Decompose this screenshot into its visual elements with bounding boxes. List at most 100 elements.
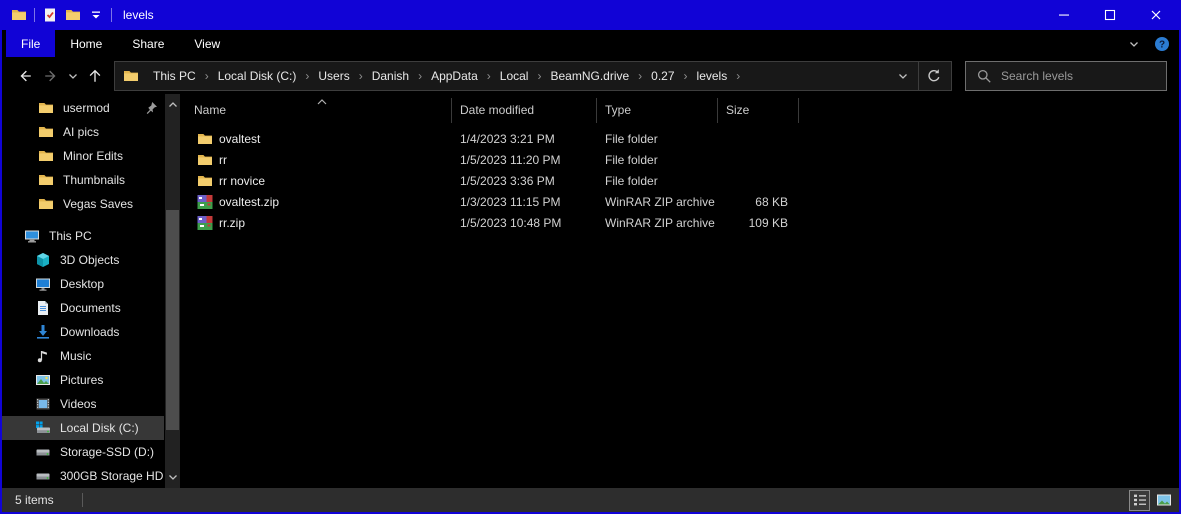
ribbon-tabs: File Home Share View — [6, 30, 235, 57]
breadcrumb-separator[interactable]: › — [533, 69, 545, 83]
sidebar-item-videos[interactable]: Videos — [2, 392, 164, 416]
column-header-size[interactable]: Size — [718, 98, 799, 123]
sidebar-item-label: AI pics — [63, 125, 100, 139]
column-header-date-modified[interactable]: Date modified — [452, 98, 597, 123]
file-type: WinRAR ZIP archive — [605, 215, 715, 230]
breadcrumb-separator[interactable]: › — [483, 69, 495, 83]
file-row-ovaltest-zip[interactable]: ovaltest.zip 1/3/2023 11:15 PM WinRAR ZIP … — [186, 191, 1179, 212]
breadcrumb-separator[interactable]: › — [680, 69, 692, 83]
up-button[interactable] — [82, 63, 108, 89]
tab-view[interactable]: View — [179, 30, 235, 57]
scrollbar-thumb[interactable] — [166, 210, 179, 430]
breadcrumb-separator[interactable]: › — [201, 69, 213, 83]
sidebar-scrollbar[interactable] — [165, 94, 180, 488]
sidebar-item-pictures[interactable]: Pictures — [2, 368, 164, 392]
winrar-icon — [197, 215, 213, 231]
forward-button[interactable] — [38, 63, 64, 89]
search-box[interactable] — [965, 60, 1167, 91]
help-icon[interactable]: ? — [1154, 36, 1170, 52]
breadcrumb-separator[interactable]: › — [355, 69, 367, 83]
quick-access-toolbar: levels — [2, 7, 154, 23]
sidebar-item-300gb-storage-hdd[interactable]: 300GB Storage HDD — [2, 464, 164, 488]
address-bar[interactable]: This PC › Local Disk (C:) › Users › Danish › App… — [114, 60, 952, 91]
breadcrumb-item-users[interactable]: Users — [313, 67, 354, 85]
recent-locations-button[interactable] — [64, 63, 82, 89]
file-date-modified: 1/5/2023 11:20 PM — [460, 152, 561, 167]
breadcrumb-item-local[interactable]: Local — [495, 67, 534, 85]
qat-separator — [34, 8, 35, 22]
column-header-type[interactable]: Type — [597, 98, 718, 123]
tab-share[interactable]: Share — [117, 30, 179, 57]
sidebar-item-storage-ssd-d[interactable]: Storage-SSD (D:) — [2, 440, 164, 464]
details-view-button[interactable] — [1129, 489, 1150, 511]
properties-icon[interactable] — [42, 7, 58, 23]
refresh-button[interactable] — [919, 62, 949, 90]
expand-ribbon-icon[interactable] — [1126, 36, 1142, 52]
details-view-icon — [1132, 492, 1148, 508]
qat-dropdown-icon[interactable] — [88, 7, 104, 23]
file-row-ovaltest[interactable]: ovaltest 1/4/2023 3:21 PM File folder — [186, 128, 1179, 149]
sort-ascending-icon — [314, 95, 330, 111]
close-button[interactable] — [1133, 0, 1179, 30]
sidebar-item-downloads[interactable]: Downloads — [2, 320, 164, 344]
new-folder-icon[interactable] — [65, 7, 81, 23]
address-dropdown-button[interactable] — [888, 62, 918, 90]
ribbon-tab-bar: File Home Share View ? — [2, 30, 1179, 57]
content-area: usermod AI pics Minor Edits Thumbnails Vegas… — [2, 94, 1179, 488]
breadcrumb-item-appdata[interactable]: AppData — [426, 67, 483, 85]
tab-home[interactable]: Home — [55, 30, 117, 57]
sidebar-item-desktop[interactable]: Desktop — [2, 272, 164, 296]
sidebar-item-thumbnails[interactable]: Thumbnails — [2, 168, 164, 192]
breadcrumb-separator[interactable]: › — [414, 69, 426, 83]
scroll-up-icon[interactable] — [165, 97, 181, 113]
sidebar-item-minor-edits[interactable]: Minor Edits — [2, 144, 164, 168]
maximize-button[interactable] — [1087, 0, 1133, 30]
file-name: rr — [219, 152, 227, 167]
sidebar-item-usermod[interactable]: usermod — [2, 96, 164, 120]
back-button[interactable] — [12, 63, 38, 89]
sidebar-item-music[interactable]: Music — [2, 344, 164, 368]
back-arrow-icon — [17, 68, 33, 84]
breadcrumb-item-local-disk-c[interactable]: Local Disk (C:) — [213, 67, 302, 85]
sidebar-item-ai-pics[interactable]: AI pics — [2, 120, 164, 144]
folder-icon — [197, 152, 213, 168]
sidebar-item-3d-objects[interactable]: 3D Objects — [2, 248, 164, 272]
local-disk-icon — [35, 420, 51, 436]
refresh-icon — [926, 68, 942, 84]
breadcrumb-separator[interactable]: › — [301, 69, 313, 83]
sidebar-item-this-pc[interactable]: This PC — [2, 224, 164, 248]
sidebar-item-vegas-saves[interactable]: Vegas Saves — [2, 192, 164, 216]
file-row-rr-zip[interactable]: rr.zip 1/5/2023 10:48 PM WinRAR ZIP archiv… — [186, 212, 1179, 233]
explorer-icon — [11, 7, 27, 23]
sidebar-item-label: Local Disk (C:) — [60, 421, 139, 435]
file-row-rr-novice[interactable]: rr novice 1/5/2023 3:36 PM File folder — [186, 170, 1179, 191]
window-title: levels — [123, 8, 154, 22]
file-row-rr[interactable]: rr 1/5/2023 11:20 PM File folder — [186, 149, 1179, 170]
file-size: 68 KB — [755, 194, 788, 209]
column-headers: Name Date modified Type Size — [186, 94, 1179, 123]
breadcrumb-separator[interactable]: › — [634, 69, 646, 83]
view-switcher — [1129, 489, 1179, 511]
search-input[interactable] — [1001, 68, 1156, 83]
breadcrumb-item-beamng-drive[interactable]: BeamNG.drive — [545, 67, 634, 85]
chevron-down-icon — [895, 68, 911, 84]
breadcrumb-item-this-pc[interactable]: This PC — [148, 67, 201, 85]
desktop-icon — [35, 276, 51, 292]
scroll-down-icon[interactable] — [165, 469, 181, 485]
breadcrumb-item-levels[interactable]: levels — [692, 67, 733, 85]
explorer-window: levels File Home Share View ? This PC › Local… — [0, 0, 1181, 514]
breadcrumb-item-danish[interactable]: Danish — [367, 67, 414, 85]
winrar-icon — [197, 194, 213, 210]
sidebar-item-local-disk-c[interactable]: Local Disk (C:) — [2, 416, 164, 440]
sidebar-item-label: Minor Edits — [63, 149, 124, 163]
file-type: File folder — [605, 173, 658, 188]
tab-file[interactable]: File — [6, 30, 56, 57]
this-pc-icon — [24, 228, 40, 244]
breadcrumb-separator[interactable]: › — [732, 69, 744, 83]
sidebar-item-documents[interactable]: Documents — [2, 296, 164, 320]
breadcrumb-item-0-27[interactable]: 0.27 — [646, 67, 679, 85]
up-arrow-icon — [87, 68, 103, 84]
thumbnails-view-button[interactable] — [1153, 490, 1174, 511]
navigation-bar: This PC › Local Disk (C:) › Users › Danish › App… — [2, 57, 1179, 94]
minimize-button[interactable] — [1041, 0, 1087, 30]
